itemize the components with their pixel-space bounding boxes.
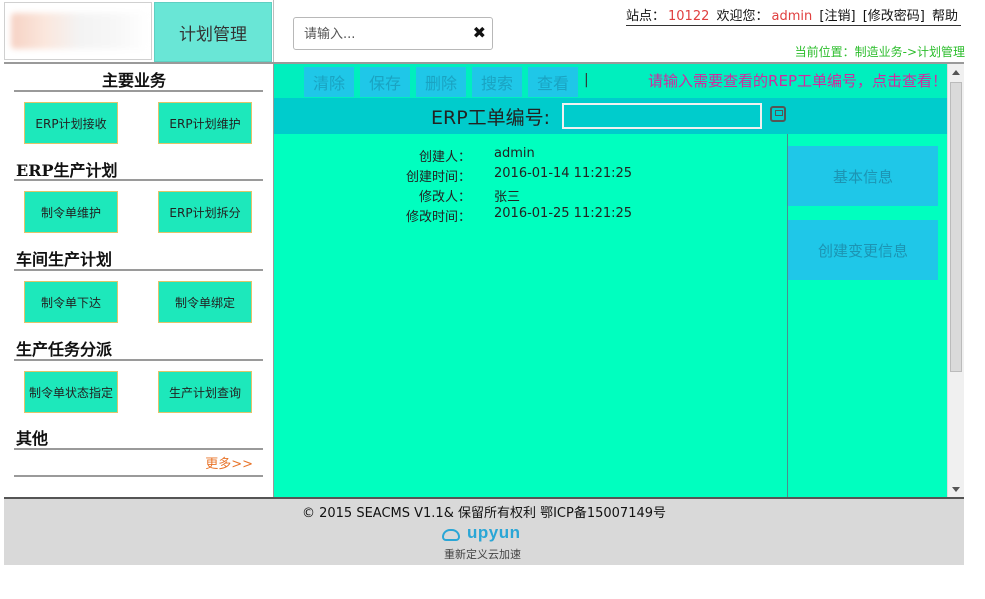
search-box: ✖ — [293, 17, 493, 50]
order-bind-button[interactable]: 制令单绑定 — [158, 281, 252, 323]
clear-button[interactable]: 清除 — [304, 67, 354, 97]
site-id: 10122 — [668, 9, 710, 24]
search-button[interactable]: 搜索 — [472, 67, 522, 97]
section-divider — [14, 90, 263, 92]
erp-number-bar: ERP工单编号: — [274, 98, 947, 134]
scroll-up-arrow-icon[interactable] — [952, 70, 960, 75]
order-status-button[interactable]: 制令单状态指定 — [24, 371, 118, 413]
info-value: admin — [494, 146, 535, 161]
sidebar: 主要业务 ERP计划接收 ERP计划维护 ERP生产计划 制令单维护 ERP计划… — [4, 64, 273, 498]
info-row-created-time: 创建时间： 2016-01-14 11:21:25 — [274, 166, 787, 186]
info-row-modifier: 修改人： 张三 — [274, 186, 787, 206]
module-tab-plan-management[interactable]: 计划管理 — [154, 2, 272, 62]
user-bar: 站点： 10122 欢迎您： admin [注销] [修改密码] 帮助 — [625, 5, 961, 26]
plan-query-button[interactable]: 生产计划查询 — [158, 371, 252, 413]
logo-image — [11, 13, 149, 49]
welcome-label: 欢迎您： — [716, 9, 769, 24]
scroll-down-arrow-icon[interactable] — [952, 487, 960, 492]
section-title-task-dispatch: 生产任务分派 — [16, 340, 113, 359]
order-issue-button[interactable]: 制令单下达 — [24, 281, 118, 323]
footer: © 2015 SEACMS V1.1& 保留所有权利 鄂ICP备15007149… — [4, 499, 964, 565]
info-label: 创建人： — [418, 150, 471, 165]
cdn-slogan: 重新定义云加速 — [444, 548, 521, 561]
info-label: 修改时间： — [405, 210, 471, 225]
scrollbar-thumb[interactable] — [950, 82, 962, 372]
erp-plan-split-button[interactable]: ERP计划拆分 — [158, 191, 252, 233]
main-panel: 清除 保存 删除 搜索 查看 | 请输入需要查看的REP工单编号，点击查看！ E… — [274, 64, 947, 498]
info-label: 创建时间： — [405, 170, 471, 185]
section-title-main: 主要业务 — [102, 71, 167, 90]
toolbar-hint: 请输入需要查看的REP工单编号，点击查看！ — [648, 72, 947, 90]
copyright: © 2015 SEACMS V1.1& 保留所有权利 鄂ICP备15007149… — [301, 506, 667, 521]
logout-link[interactable]: [注销] — [819, 9, 855, 24]
logo — [4, 2, 152, 60]
info-value: 2016-01-25 11:21:25 — [494, 206, 633, 221]
info-label: 修改人： — [418, 190, 471, 205]
clear-search-icon[interactable]: ✖ — [473, 23, 486, 42]
delete-button[interactable]: 删除 — [416, 67, 466, 97]
header-divider — [273, 0, 274, 62]
save-icon[interactable] — [770, 106, 786, 122]
more-link[interactable]: 更多>> — [205, 453, 253, 472]
change-info-button[interactable]: 创建变更信息 — [788, 220, 938, 280]
section-divider — [14, 448, 263, 450]
username: admin — [771, 9, 813, 24]
section-title-workshop-plan: 车间生产计划 — [16, 250, 113, 269]
cdn-logo: upyun — [467, 523, 521, 542]
info-content: 创建人： admin 创建时间： 2016-01-14 11:21:25 修改人… — [274, 134, 787, 498]
info-value: 2016-01-14 11:21:25 — [494, 166, 633, 181]
erp-plan-receive-button[interactable]: ERP计划接收 — [24, 102, 118, 144]
erp-number-label: ERP工单编号: — [431, 107, 551, 129]
section-title-erp-plan: ERP生产计划 — [16, 161, 118, 180]
search-input[interactable] — [304, 24, 464, 44]
info-row-creator: 创建人： admin — [274, 146, 787, 166]
erp-number-input[interactable] — [562, 103, 762, 129]
change-password-link[interactable]: [修改密码] — [863, 9, 925, 24]
basic-info-button[interactable]: 基本信息 — [788, 146, 938, 206]
info-value: 张三 — [494, 190, 521, 205]
help-link[interactable]: 帮助 — [932, 9, 958, 24]
section-divider — [14, 359, 263, 361]
toolbar-separator: | — [584, 72, 589, 88]
save-button[interactable]: 保存 — [360, 67, 410, 97]
section-divider — [14, 475, 263, 477]
erp-plan-maintain-button[interactable]: ERP计划维护 — [158, 102, 252, 144]
section-title-other: 其他 — [16, 429, 49, 448]
info-row-modified-time: 修改时间： 2016-01-25 11:21:25 — [274, 206, 787, 226]
order-maintain-button[interactable]: 制令单维护 — [24, 191, 118, 233]
breadcrumb: 当前位置：制造业务->计划管理 — [794, 45, 965, 59]
right-panel: 基本信息 创建变更信息 — [787, 134, 947, 498]
section-divider — [14, 179, 263, 181]
section-divider — [14, 269, 263, 271]
vertical-scrollbar[interactable] — [947, 64, 964, 498]
site-label: 站点： — [625, 9, 665, 24]
cloud-icon — [442, 529, 460, 541]
view-button[interactable]: 查看 — [528, 67, 578, 97]
toolbar: 清除 保存 删除 搜索 查看 | 请输入需要查看的REP工单编号，点击查看！ — [274, 64, 947, 98]
